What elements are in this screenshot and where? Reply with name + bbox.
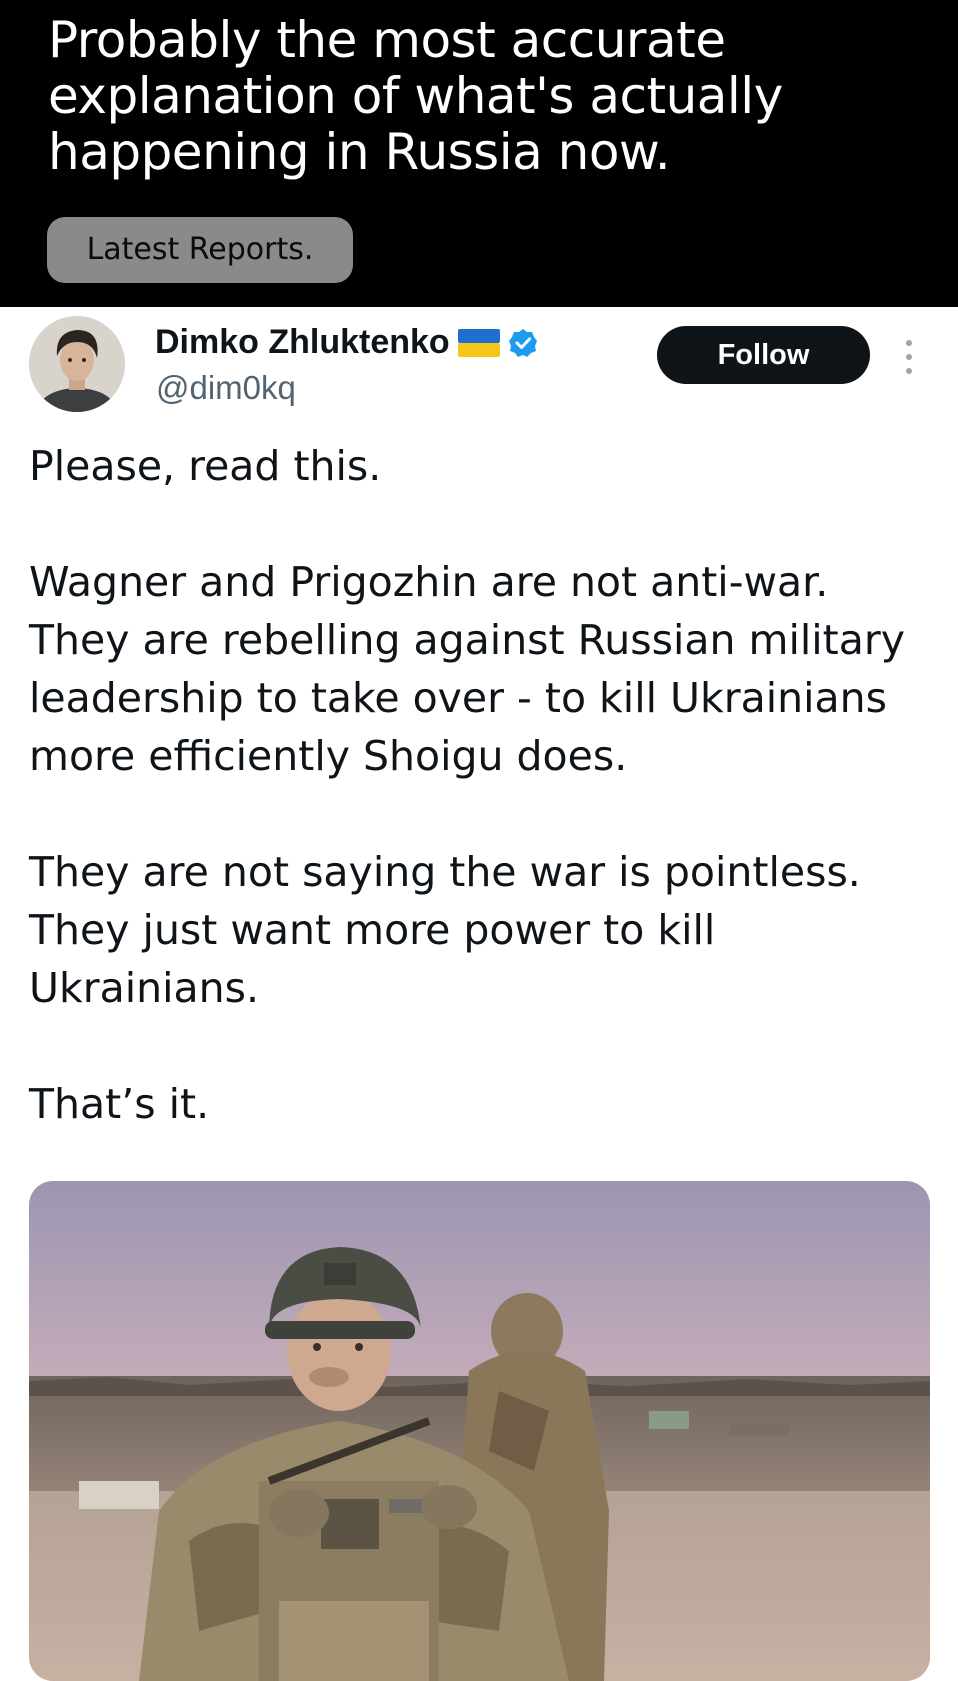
top-banner: Probably the most accurate explanation o… bbox=[0, 0, 958, 307]
author-name-row[interactable]: Dimko Zhluktenko bbox=[155, 323, 538, 362]
tweet-paragraph: Wagner and Prigozhin are not anti-war. T… bbox=[29, 558, 905, 780]
tweet-card: Dimko Zhluktenko @dim0kq Follow Please, … bbox=[0, 307, 958, 1681]
author-handle[interactable]: @dim0kq bbox=[156, 369, 296, 407]
follow-button[interactable]: Follow bbox=[657, 326, 870, 384]
avatar-photo bbox=[29, 316, 125, 412]
more-vertical-icon[interactable] bbox=[902, 337, 916, 377]
tweet-paragraph: Please, read this. bbox=[29, 442, 382, 490]
ukraine-flag-icon bbox=[457, 328, 500, 357]
author-name[interactable]: Dimko Zhluktenko bbox=[155, 323, 450, 362]
verified-badge-icon bbox=[508, 328, 537, 357]
avatar[interactable] bbox=[29, 316, 125, 412]
tweet-paragraph: That’s it. bbox=[29, 1080, 210, 1128]
tweet-media-image[interactable] bbox=[29, 1181, 930, 1681]
tweet-paragraph: They are not saying the war is pointless… bbox=[29, 848, 861, 1012]
media-photo bbox=[29, 1181, 930, 1681]
latest-reports-tag[interactable]: Latest Reports. bbox=[47, 217, 353, 283]
tweet-text: Please, read this. Wagner and Prigozhin … bbox=[29, 437, 929, 1191]
banner-headline: Probably the most accurate explanation o… bbox=[48, 11, 783, 181]
